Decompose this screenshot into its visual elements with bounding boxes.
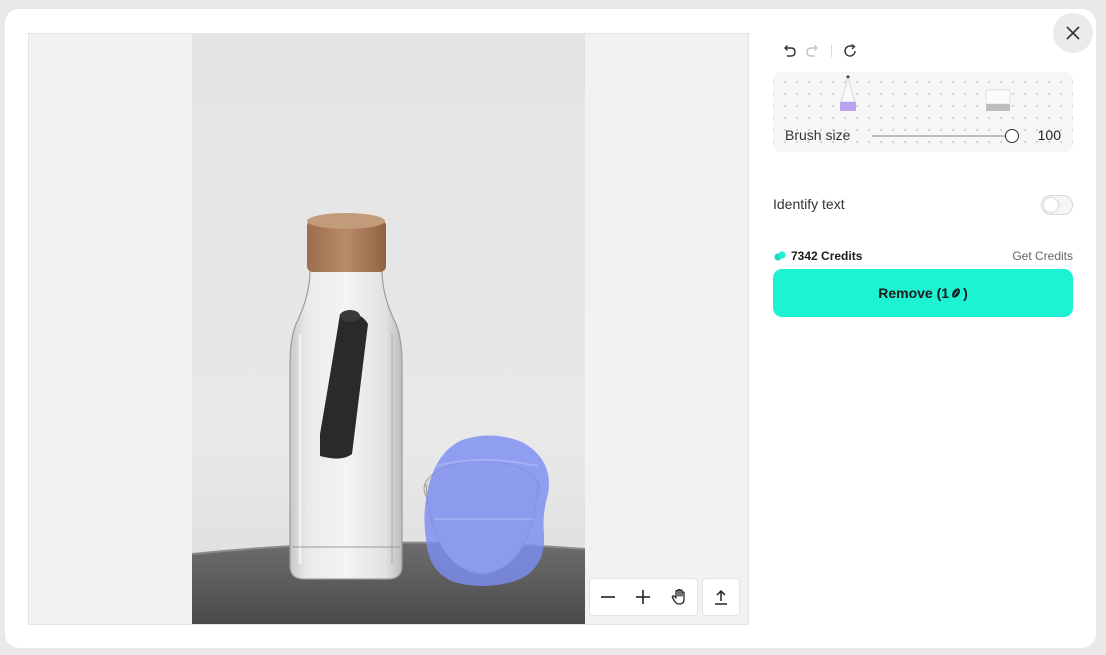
credits-balance: 7342 Credits — [773, 249, 862, 263]
plus-icon — [636, 590, 651, 604]
brush-tool-icon — [840, 75, 856, 111]
reset-button[interactable] — [838, 39, 862, 63]
hand-icon — [671, 588, 685, 605]
eraser-tool-icon — [985, 89, 1011, 111]
zoom-controls — [589, 578, 698, 616]
slider-fill — [872, 135, 1012, 137]
bean-icon — [774, 251, 786, 261]
close-button[interactable] — [1053, 13, 1093, 53]
remove-button[interactable]: Remove (1 ) — [773, 269, 1073, 317]
credits-amount: 7342 Credits — [791, 249, 863, 263]
zoom-out-button[interactable] — [593, 582, 623, 612]
remove-button-label: Remove (1 — [878, 285, 950, 301]
identify-text-row: Identify text — [773, 195, 1073, 219]
bean-icon — [952, 288, 961, 298]
identify-text-toggle[interactable] — [1041, 195, 1073, 215]
upload-icon — [715, 589, 727, 605]
credits-row: 7342 Credits Get Credits — [773, 249, 1073, 267]
brush-preview — [840, 75, 1011, 111]
object-remover-modal: Brush size 100 Identify text 7342 Credit… — [5, 9, 1096, 648]
brush-size-slider[interactable] — [872, 129, 1019, 143]
get-credits-link[interactable]: Get Credits — [1012, 249, 1073, 263]
brush-size-label: Brush size — [785, 127, 851, 143]
remove-button-suffix: ) — [963, 285, 968, 301]
identify-text-label: Identify text — [773, 196, 845, 212]
refresh-icon — [844, 43, 856, 57]
toggle-knob — [1044, 198, 1058, 212]
export-button[interactable] — [702, 578, 740, 616]
slider-thumb[interactable] — [1005, 129, 1019, 143]
image-canvas[interactable] — [28, 33, 749, 625]
minus-icon — [600, 596, 615, 598]
brush-size-value: 100 — [1037, 127, 1061, 143]
pan-button[interactable] — [664, 582, 694, 612]
close-icon — [1066, 26, 1080, 40]
undo-button[interactable] — [777, 39, 801, 63]
zoom-in-button[interactable] — [628, 582, 658, 612]
brush-settings-panel: Brush size 100 — [773, 72, 1073, 152]
redo-button[interactable] — [801, 39, 825, 63]
redo-icon — [806, 45, 818, 57]
mask-overlay — [424, 435, 549, 586]
undo-icon — [784, 45, 796, 57]
photo[interactable] — [192, 34, 585, 624]
toolbar-divider — [831, 45, 832, 57]
history-toolbar — [777, 39, 862, 63]
